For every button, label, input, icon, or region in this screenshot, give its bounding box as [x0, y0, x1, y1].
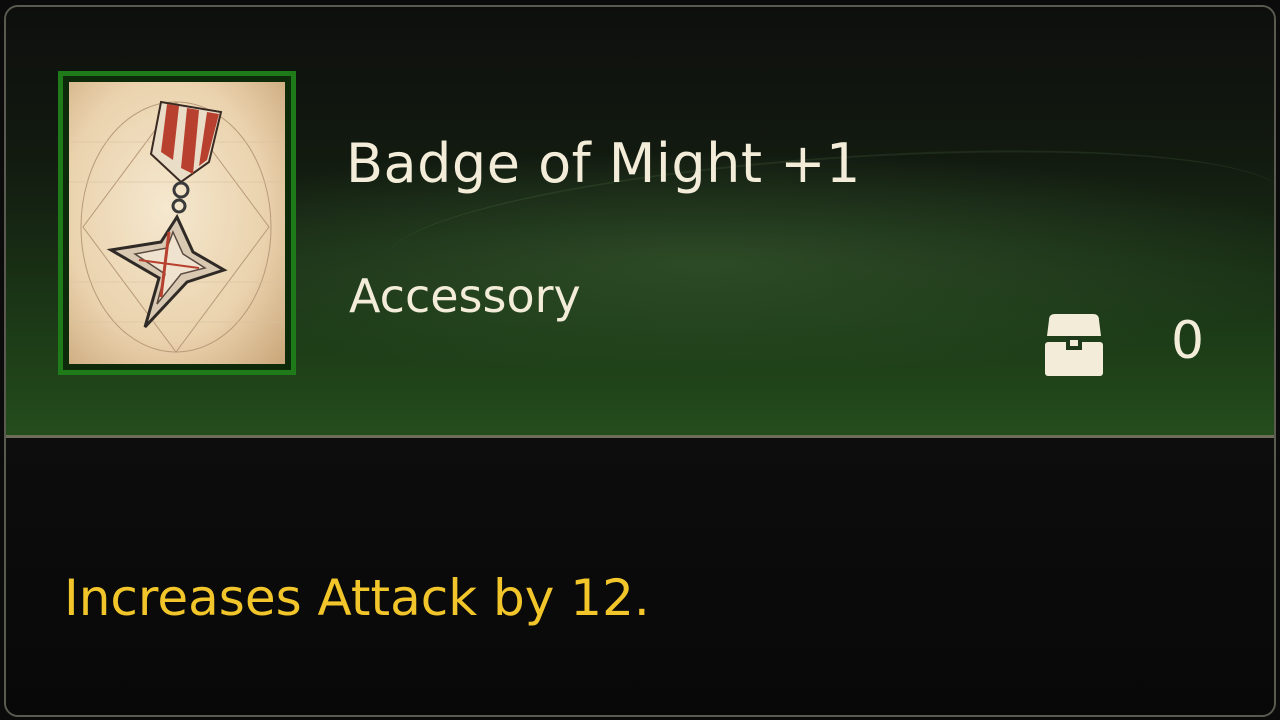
treasure-chest-icon [1043, 312, 1105, 378]
item-detail-panel: Badge of Might +1 Accessory 0 Increases … [4, 5, 1276, 717]
item-description: Increases Attack by 12. [64, 569, 650, 627]
item-name: Badge of Might +1 [346, 132, 861, 195]
item-icon-frame [58, 71, 296, 375]
item-header: Badge of Might +1 Accessory 0 [6, 7, 1274, 435]
badge-medal-icon [69, 82, 285, 364]
item-category: Accessory [349, 269, 581, 323]
owned-count: 0 [1171, 311, 1205, 371]
